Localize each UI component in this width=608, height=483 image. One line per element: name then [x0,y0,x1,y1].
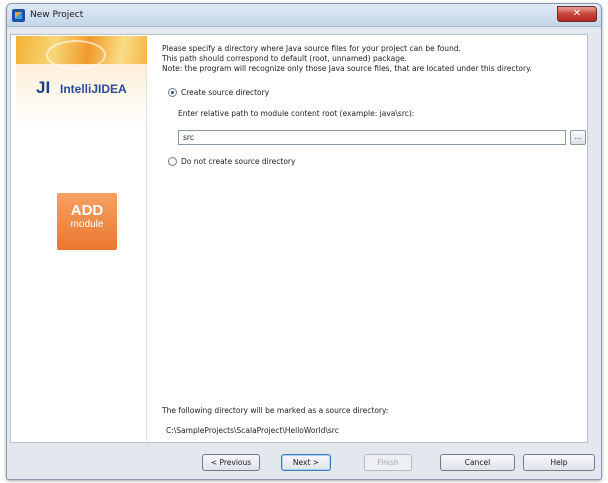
banner-artwork [16,36,147,70]
path-hint-label: Enter relative path to module content ro… [178,109,415,118]
no-source-dir-radio[interactable] [168,157,177,166]
window-title: New Project [30,10,84,20]
description-line-1: Please specify a directory where Java so… [162,44,461,53]
wizard-main: Please specify a directory where Java so… [158,36,588,441]
no-source-dir-option[interactable]: Do not create source directory [168,157,295,166]
add-module-subtitle: module [70,219,104,230]
banner-swirl [46,40,106,70]
description-text: Please specify a directory where Java so… [162,44,532,74]
next-button[interactable]: Next > [281,454,331,471]
finish-button[interactable]: Finish [364,454,412,471]
previous-button[interactable]: < Previous [202,454,260,471]
intellij-app-icon [12,9,25,22]
add-module-badge: ADD module [57,193,117,250]
no-source-dir-label: Do not create source directory [181,157,296,166]
create-source-dir-radio[interactable] [168,88,177,97]
close-button[interactable]: ✕ [557,6,597,22]
wizard-buttons: < Previous Next > Finish Cancel Help [0,454,608,474]
description-line-2: This path should correspond to default (… [162,54,408,63]
cancel-button[interactable]: Cancel [440,454,515,471]
intellij-logo-text: IntelliJIDEA [60,82,127,96]
add-module-title: ADD [70,202,104,219]
wizard-sidebar: JI IntelliJIDEA ADD module [16,36,147,441]
intellij-logo-icon: JI [36,78,51,97]
title-bar[interactable]: New Project ✕ [7,4,601,27]
help-button[interactable]: Help [523,454,595,471]
create-source-dir-option[interactable]: Create source directory [168,88,269,97]
browse-button[interactable]: ... [570,130,586,145]
create-source-dir-label: Create source directory [181,88,270,97]
source-dir-note: The following directory will be marked a… [162,406,389,415]
source-dir-path: C:\SampleProjects\ScalaProject\HelloWorl… [166,426,339,435]
description-line-3: Note: the program will recognize only th… [162,64,532,73]
source-path-input[interactable] [178,130,566,145]
